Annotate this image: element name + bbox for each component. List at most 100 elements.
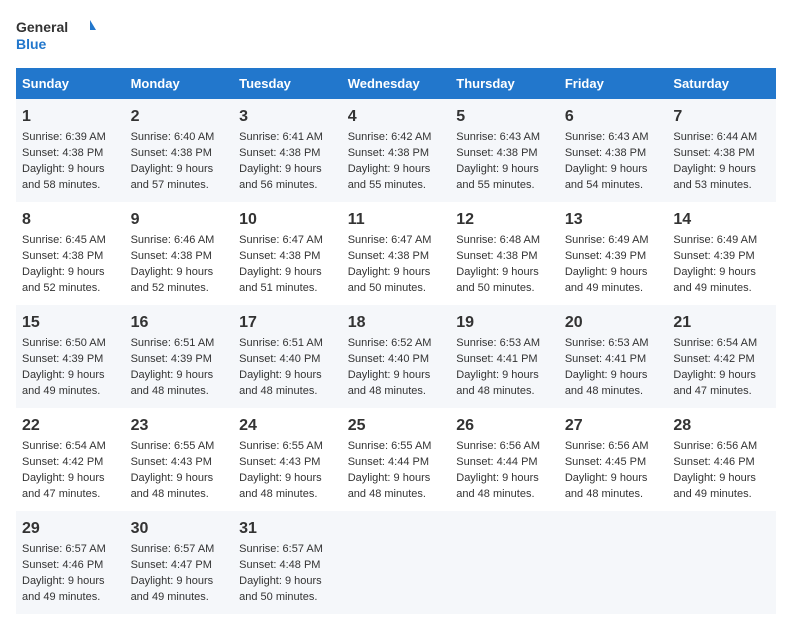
day-info-line: Sunset: 4:38 PM xyxy=(131,146,228,162)
day-info-line: Sunrise: 6:54 AM xyxy=(673,336,770,352)
day-info-line: Sunrise: 6:57 AM xyxy=(22,542,119,558)
day-info-line: Daylight: 9 hours xyxy=(131,265,228,281)
day-number: 19 xyxy=(456,311,553,334)
day-number: 13 xyxy=(565,208,662,231)
day-info-line: Sunset: 4:39 PM xyxy=(22,352,119,368)
day-info-line: Sunset: 4:39 PM xyxy=(131,352,228,368)
day-info-line: Daylight: 9 hours xyxy=(673,368,770,384)
day-info-line: Daylight: 9 hours xyxy=(239,265,336,281)
calendar-cell: 30Sunrise: 6:57 AMSunset: 4:47 PMDayligh… xyxy=(125,511,234,614)
day-info-line: Daylight: 9 hours xyxy=(673,265,770,281)
day-info-line: Sunrise: 6:57 AM xyxy=(131,542,228,558)
day-info-line: and 49 minutes. xyxy=(565,281,662,297)
calendar-cell xyxy=(559,511,668,614)
day-info-line: Sunrise: 6:53 AM xyxy=(456,336,553,352)
day-info-line: Sunset: 4:40 PM xyxy=(239,352,336,368)
day-info-line: Sunrise: 6:45 AM xyxy=(22,233,119,249)
day-number: 22 xyxy=(22,414,119,437)
day-number: 4 xyxy=(348,105,445,128)
day-info-line: Sunrise: 6:48 AM xyxy=(456,233,553,249)
day-info-line: and 48 minutes. xyxy=(348,384,445,400)
calendar-cell: 15Sunrise: 6:50 AMSunset: 4:39 PMDayligh… xyxy=(16,305,125,408)
day-info-line: Daylight: 9 hours xyxy=(456,265,553,281)
calendar-cell: 18 Sunrise: 6:52 AMSunset: 4:40 PMDayligh… xyxy=(342,305,451,408)
day-info-line: and 50 minutes. xyxy=(239,590,336,606)
day-info-line: Sunrise: 6:57 AM xyxy=(239,542,336,558)
column-header-tuesday: Tuesday xyxy=(233,68,342,99)
column-header-saturday: Saturday xyxy=(667,68,776,99)
column-header-wednesday: Wednesday xyxy=(342,68,451,99)
day-number: 11 xyxy=(348,208,445,231)
day-info-line: Sunset: 4:44 PM xyxy=(456,455,553,471)
day-info-line: Sunset: 4:39 PM xyxy=(673,249,770,265)
day-number: 18 xyxy=(348,311,445,334)
calendar-cell: 21Sunrise: 6:54 AMSunset: 4:42 PMDayligh… xyxy=(667,305,776,408)
day-info-line: Sunset: 4:43 PM xyxy=(131,455,228,471)
day-info-line: Sunrise: 6:46 AM xyxy=(131,233,228,249)
day-info-line: Daylight: 9 hours xyxy=(348,368,445,384)
column-header-monday: Monday xyxy=(125,68,234,99)
day-info-line: Sunset: 4:46 PM xyxy=(673,455,770,471)
day-info-line: Sunrise: 6:55 AM xyxy=(131,439,228,455)
day-info-line: and 48 minutes. xyxy=(348,487,445,503)
day-info-line: Sunset: 4:38 PM xyxy=(673,146,770,162)
calendar-cell: 22Sunrise: 6:54 AMSunset: 4:42 PMDayligh… xyxy=(16,408,125,511)
day-info-line: Daylight: 9 hours xyxy=(565,162,662,178)
day-info-line: Sunrise: 6:56 AM xyxy=(565,439,662,455)
day-number: 16 xyxy=(131,311,228,334)
day-info-line: Daylight: 9 hours xyxy=(348,162,445,178)
day-number: 1 xyxy=(22,105,119,128)
day-info-line: Daylight: 9 hours xyxy=(456,471,553,487)
day-info-line: and 48 minutes. xyxy=(131,384,228,400)
day-info-line: Daylight: 9 hours xyxy=(131,471,228,487)
day-info-line: and 48 minutes. xyxy=(239,487,336,503)
day-info-line: Sunrise: 6:49 AM xyxy=(565,233,662,249)
day-info-line: Sunrise: 6:51 AM xyxy=(239,336,336,352)
day-info-line: Sunrise: 6:52 AM xyxy=(348,336,445,352)
day-info-line: and 53 minutes. xyxy=(673,178,770,194)
calendar-cell: 11Sunrise: 6:47 AMSunset: 4:38 PMDayligh… xyxy=(342,202,451,305)
day-number: 26 xyxy=(456,414,553,437)
svg-text:Blue: Blue xyxy=(16,36,47,52)
calendar-cell: 28Sunrise: 6:56 AMSunset: 4:46 PMDayligh… xyxy=(667,408,776,511)
day-info-line: Sunrise: 6:47 AM xyxy=(348,233,445,249)
calendar-table: SundayMondayTuesdayWednesdayThursdayFrid… xyxy=(16,68,776,614)
column-header-thursday: Thursday xyxy=(450,68,559,99)
day-number: 2 xyxy=(131,105,228,128)
day-info-line: and 51 minutes. xyxy=(239,281,336,297)
day-info-line: Daylight: 9 hours xyxy=(22,162,119,178)
day-info-line: Daylight: 9 hours xyxy=(565,368,662,384)
day-info-line: Sunrise: 6:49 AM xyxy=(673,233,770,249)
day-number: 24 xyxy=(239,414,336,437)
day-info-line: Daylight: 9 hours xyxy=(22,265,119,281)
calendar-cell: 5Sunrise: 6:43 AMSunset: 4:38 PMDaylight… xyxy=(450,99,559,202)
day-info-line: Sunset: 4:38 PM xyxy=(239,249,336,265)
calendar-week-row: 22 Sunrise: 6:54 AMSunset: 4:42 PM Dayligh… xyxy=(16,408,776,511)
day-number: 9 xyxy=(131,208,228,231)
day-number: 30 xyxy=(131,517,228,540)
day-info-line: Daylight: 9 hours xyxy=(239,574,336,590)
day-info-line: Sunrise: 6:53 AM xyxy=(565,336,662,352)
day-info-line: Sunrise: 6:54 AM xyxy=(22,439,119,455)
day-info-line: Sunset: 4:42 PM xyxy=(22,455,119,471)
calendar-cell: 27Sunrise: 6:56 AMSunset: 4:45 PMDayligh… xyxy=(559,408,668,511)
day-info-line: Sunrise: 6:55 AM xyxy=(348,439,445,455)
day-info-line: Sunset: 4:40 PM xyxy=(348,352,445,368)
calendar-cell: 16Sunrise: 6:51 AMSunset: 4:39 PMDayligh… xyxy=(125,305,234,408)
day-info-line: and 48 minutes. xyxy=(456,384,553,400)
calendar-cell: 17Sunrise: 6:51 AMSunset: 4:40 PMDayligh… xyxy=(233,305,342,408)
day-info-line: Daylight: 9 hours xyxy=(348,471,445,487)
page-header: General Blue xyxy=(16,16,776,56)
day-info-line: and 48 minutes. xyxy=(456,487,553,503)
calendar-cell: 7Sunrise: 6:44 AMSunset: 4:38 PMDaylight… xyxy=(667,99,776,202)
calendar-header-row: SundayMondayTuesdayWednesdayThursdayFrid… xyxy=(16,68,776,99)
day-info-line: Daylight: 9 hours xyxy=(22,368,119,384)
day-info-line: Daylight: 9 hours xyxy=(131,162,228,178)
logo: General Blue xyxy=(16,16,96,56)
day-number: 5 xyxy=(456,105,553,128)
logo-svg: General Blue xyxy=(16,16,96,56)
calendar-cell: 6Sunrise: 6:43 AMSunset: 4:38 PMDaylight… xyxy=(559,99,668,202)
day-info-line: and 48 minutes. xyxy=(239,384,336,400)
calendar-cell: 31Sunrise: 6:57 AMSunset: 4:48 PMDayligh… xyxy=(233,511,342,614)
day-info-line: Daylight: 9 hours xyxy=(131,368,228,384)
